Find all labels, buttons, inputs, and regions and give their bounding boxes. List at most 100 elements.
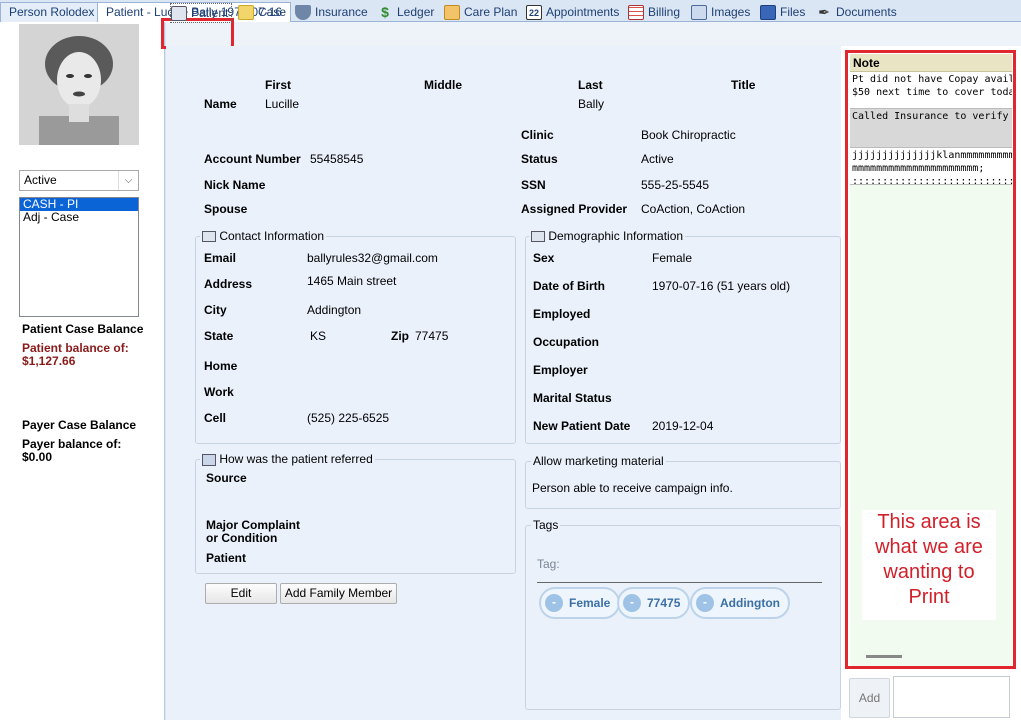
toolbar-documents-label: Documents <box>836 5 897 19</box>
new-patient-date-label: New Patient Date <box>533 419 631 433</box>
account-number-value: 55458545 <box>310 152 364 166</box>
toolbar-files-label: Files <box>780 5 806 19</box>
major-complaint-label-line2: or Condition <box>206 531 278 545</box>
dollar-icon: $ <box>381 4 389 20</box>
toolbar-care-plan-label: Care Plan <box>464 5 518 19</box>
pen-icon: ✒ <box>818 4 830 20</box>
toolbar-patient-label: Patient <box>191 6 229 20</box>
status-dropdown-value: Active <box>24 173 57 187</box>
add-note-button[interactable]: Add <box>849 678 890 718</box>
toolbar-billing-button[interactable]: Billing <box>628 3 680 23</box>
referral-patient-label: Patient <box>206 551 247 565</box>
clinic-value: Book Chiropractic <box>641 128 736 142</box>
new-note-input[interactable] <box>893 676 1010 718</box>
patient-toolbar <box>166 22 1021 46</box>
sex-label: Sex <box>533 251 555 265</box>
spreadsheet-icon <box>628 5 644 20</box>
edit-button[interactable]: Edit <box>205 583 277 604</box>
patient-portrait-image <box>19 24 139 145</box>
patient-card-icon <box>171 6 187 21</box>
chevron-down-icon[interactable]: ⌵ <box>118 171 138 190</box>
contact-card-icon <box>202 231 216 243</box>
account-number-label: Account Number <box>204 152 301 166</box>
print-area-annotation: This area is what we are wanting to Prin… <box>862 510 996 620</box>
case-listbox[interactable]: CASH - PI Adj - Case <box>19 197 139 317</box>
marketing-title: Allow marketing material <box>531 454 666 468</box>
name-label: Name <box>204 97 237 111</box>
status-value: Active <box>641 152 674 166</box>
toolbar-images-label: Images <box>711 5 751 19</box>
contact-information-title: Contact Information <box>200 229 327 243</box>
toolbar-ledger-button[interactable]: $ Ledger <box>377 3 434 23</box>
new-patient-date-value: 2019-12-04 <box>652 419 714 433</box>
occupation-label: Occupation <box>533 335 600 349</box>
demographic-information-title-text: Demographic Information <box>548 229 684 243</box>
referral-title-text: How was the patient referred <box>219 452 373 466</box>
status-dropdown[interactable]: Active ⌵ <box>19 170 139 191</box>
toolbar-ledger-label: Ledger <box>397 5 435 19</box>
tag-chip-female[interactable]: - Female <box>539 587 621 619</box>
zip-label: Zip <box>391 329 409 343</box>
assigned-provider-value: CoAction, CoAction <box>641 202 746 216</box>
employer-label: Employer <box>533 363 588 377</box>
home-phone-label: Home <box>204 359 238 373</box>
state-label: State <box>204 329 234 343</box>
remove-tag-icon[interactable]: - <box>545 594 563 612</box>
state-value: KS <box>310 329 327 343</box>
annotation-line: This area is <box>877 511 981 533</box>
status-label: Status <box>521 152 558 166</box>
marital-status-label: Marital Status <box>533 391 612 405</box>
city-label: City <box>204 303 227 317</box>
address-label: Address <box>204 277 253 291</box>
toolbar-case-button[interactable]: Case <box>238 3 286 23</box>
address-value: 1465 Main street <box>307 274 397 288</box>
toolbar-patient-button[interactable]: Patient <box>170 3 233 23</box>
payer-balance-value: $0.00 <box>22 450 53 464</box>
tag-chip-77475[interactable]: - 77475 <box>617 587 691 619</box>
payer-balance-label: Payer balance of: <box>22 437 122 451</box>
nick-name-label: Nick Name <box>204 178 266 192</box>
sex-value: Female <box>652 251 693 265</box>
toolbar-appointments-button[interactable]: 22 Appointments <box>526 3 619 23</box>
toolbar-insurance-button[interactable]: Insurance <box>295 3 368 23</box>
email-label: Email <box>204 251 237 265</box>
employed-label: Employed <box>533 307 591 321</box>
spouse-label: Spouse <box>204 202 248 216</box>
remove-tag-icon[interactable]: - <box>696 594 714 612</box>
toolbar-documents-button[interactable]: ✒ Documents <box>816 3 897 23</box>
payer-case-balance-label: Payer Case Balance <box>22 418 137 432</box>
tag-chip-addington[interactable]: - Addington <box>690 587 790 619</box>
tag-chip-label: Female <box>569 596 611 610</box>
tag-input[interactable]: Tag: <box>537 552 822 583</box>
case-list-item[interactable]: Adj - Case <box>20 211 138 224</box>
patient-photo <box>19 24 139 145</box>
toolbar-files-button[interactable]: Files <box>760 3 805 23</box>
date-of-birth-label: Date of Birth <box>533 279 605 293</box>
tab-person-rolodex[interactable]: Person Rolodex <box>0 2 104 22</box>
patient-case-balance-label: Patient Case Balance <box>22 322 144 336</box>
source-label: Source <box>206 471 247 485</box>
shield-icon <box>295 5 311 20</box>
last-column-header: Last <box>578 78 603 92</box>
contact-information-title-text: Contact Information <box>219 229 325 243</box>
toolbar-care-plan-button[interactable]: Care Plan <box>444 3 517 23</box>
major-complaint-label-line1: Major Complaint <box>206 518 301 532</box>
annotation-line: Print <box>908 586 950 608</box>
remove-tag-icon[interactable]: - <box>623 594 641 612</box>
middle-column-header: Middle <box>424 78 462 92</box>
demographic-information-title: Demographic Information <box>529 229 686 243</box>
toolbar-images-button[interactable]: Images <box>691 3 750 23</box>
referral-icon <box>202 453 216 466</box>
ssn-value: 555-25-5545 <box>641 178 710 192</box>
toolbar-billing-label: Billing <box>648 5 681 19</box>
toolbar-insurance-label: Insurance <box>315 5 368 19</box>
city-value: Addington <box>307 303 362 317</box>
toolbar-appointments-label: Appointments <box>546 5 620 19</box>
image-icon <box>691 5 707 20</box>
work-phone-label: Work <box>204 385 234 399</box>
add-family-member-button[interactable]: Add Family Member <box>280 583 397 604</box>
tag-chip-label: 77475 <box>647 596 681 610</box>
demographic-card-icon <box>531 231 545 243</box>
first-column-header: First <box>265 78 292 92</box>
patient-balance-label: Patient balance of: <box>22 341 129 355</box>
